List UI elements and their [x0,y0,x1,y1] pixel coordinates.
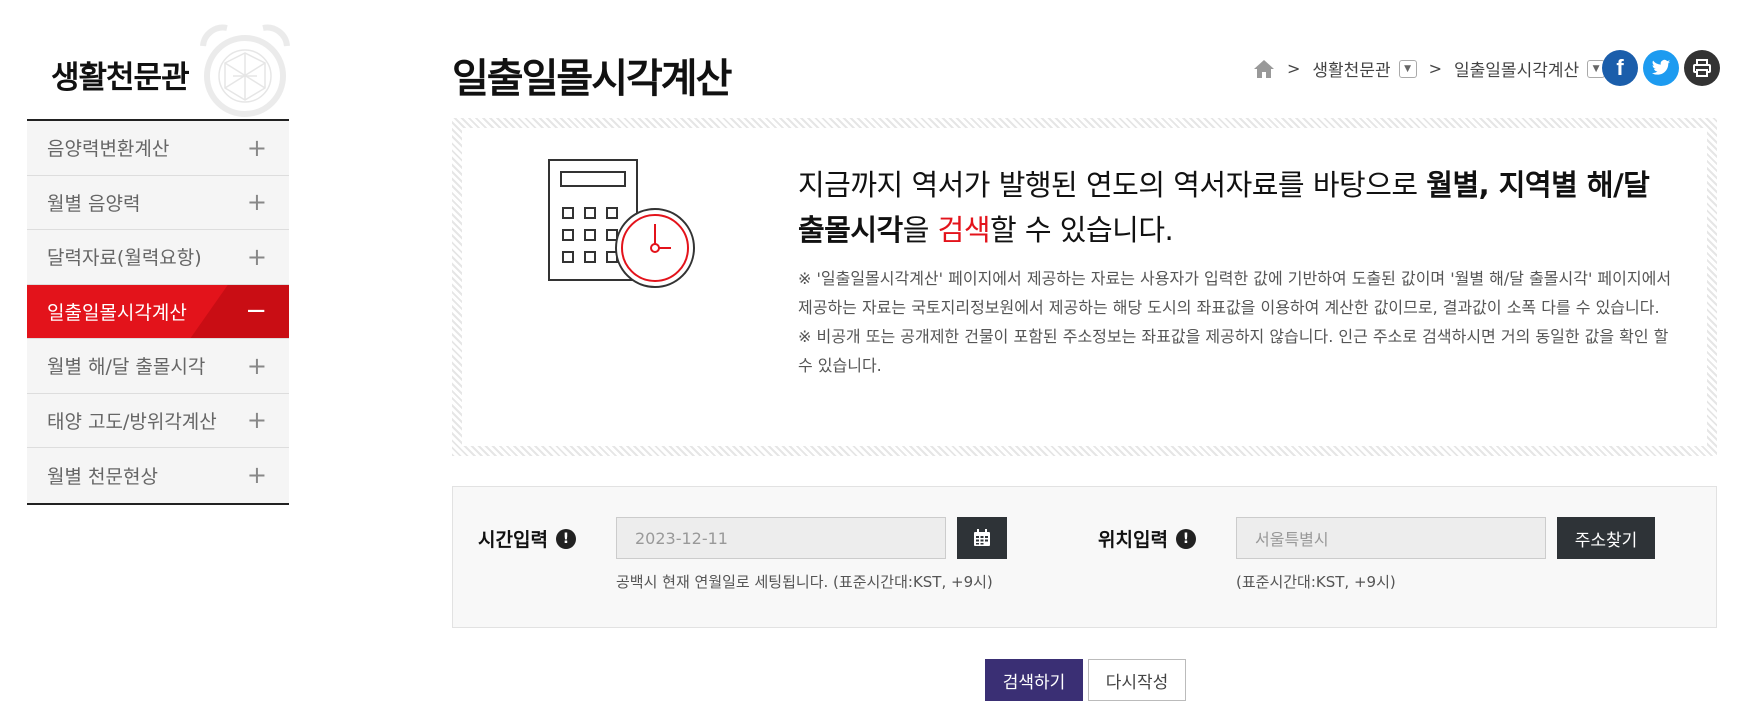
address-search-button[interactable]: 주소찾기 [1557,517,1655,559]
info-icon[interactable]: ! [555,528,576,549]
sidebar-item-label: 월별 음양력 [47,192,141,215]
time-hint: 공백시 현재 연월일로 세팅됩니다. (표준시간대:KST, +9시) [616,573,993,591]
sidebar-item-label: 달력자료(월력요항) [47,247,202,270]
info-headline: 지금까지 역서가 발행된 연도의 역서자료를 바탕으로 월별, 지역별 해/달 … [798,163,1678,253]
sidebar-item-monthly-sun-moon-times[interactable]: 월별 해/달 출몰시각 + [27,339,289,394]
calculator-clock-icon [548,159,695,288]
location-label-text: 위치입력 [1098,529,1168,551]
breadcrumb: > 생활천문관 ▼ > 일출일몰시각계산 ▼ [1253,56,1606,81]
info-box: 지금까지 역서가 발행된 연도의 역서자료를 바탕으로 월별, 지역별 해/달 … [452,118,1717,456]
expand-icon: + [246,406,267,435]
reset-button[interactable]: 다시작성 [1088,659,1186,701]
expand-icon: + [246,461,267,490]
sidebar-item-label: 태양 고도/방위각계산 [47,410,217,433]
headline-highlight: 검색 [937,213,991,247]
sidebar-title: 생활천문관 [51,60,190,96]
note-2: ※ 비공개 또는 공개제한 건물이 포함된 주소정보는 좌표값을 제공하지 않습… [798,327,1669,375]
expand-icon: + [246,188,267,217]
sidebar-header: 생활천문관 [27,18,290,118]
location-input-label: 위치입력 ! [1098,525,1196,552]
print-icon[interactable] [1684,50,1720,86]
headline-text: 할 수 있습니다. [990,213,1174,247]
headline-text: 을 [902,213,938,247]
collapse-icon: − [245,296,267,327]
date-input[interactable] [616,517,946,559]
home-icon[interactable] [1253,59,1275,79]
sidebar-item-label: 음양력변환계산 [47,138,170,161]
time-input-label: 시간입력 ! [478,525,576,552]
sidebar-item-sun-altitude-azimuth[interactable]: 태양 고도/방위각계산 + [27,393,289,448]
sidebar-item-sunrise-sunset[interactable]: 일출일몰시각계산 − [27,284,289,339]
info-icon[interactable]: ! [1175,528,1196,549]
search-button[interactable]: 검색하기 [985,659,1083,701]
twitter-icon[interactable] [1643,50,1679,86]
expand-icon: + [246,351,267,380]
sidebar-item-lunar-solar-conversion[interactable]: 음양력변환계산 + [27,121,289,176]
breadcrumb-level2[interactable]: 일출일몰시각계산 [1454,56,1579,81]
alarm-clock-icon [200,24,290,117]
sidebar-item-label: 일출일몰시각계산 [47,301,187,324]
info-notes: ※ '일출일몰시각계산' 페이지에서 제공하는 자료는 사용자가 입력한 값에 … [798,264,1678,380]
facebook-icon[interactable]: f [1602,50,1638,86]
sidebar-item-monthly-astronomy[interactable]: 월별 천문현상 + [27,448,289,503]
location-hint: (표준시간대:KST, +9시) [1236,573,1396,591]
sidebar-menu: 음양력변환계산 + 월별 음양력 + 달력자료(월력요항) + 일출일몰시각계산… [27,119,289,505]
expand-icon: + [246,133,267,162]
search-form: 시간입력 ! 공백시 현재 연월일로 세팅됩니다. (표준시간대:KST, +9… [452,486,1717,628]
expand-icon: + [246,242,267,271]
sidebar-item-label: 월별 천문현상 [47,465,158,488]
breadcrumb-separator: > [1287,59,1301,78]
time-label-text: 시간입력 [478,529,548,551]
calendar-icon [974,529,990,546]
sidebar-item-calendar-data[interactable]: 달력자료(월력요항) + [27,230,289,285]
info-content: 지금까지 역서가 발행된 연도의 역서자료를 바탕으로 월별, 지역별 해/달 … [462,128,1707,446]
breadcrumb-level1[interactable]: 생활천문관 [1312,56,1390,81]
note-1: ※ '일출일몰시각계산' 페이지에서 제공하는 자료는 사용자가 입력한 값에 … [798,269,1672,317]
calendar-button[interactable] [957,517,1007,559]
page-title: 일출일몰시각계산 [452,56,732,102]
sidebar-item-label: 월별 해/달 출몰시각 [47,356,206,379]
sidebar-item-monthly-calendar[interactable]: 월별 음양력 + [27,175,289,230]
headline-text: 지금까지 역서가 발행된 연도의 역서자료를 바탕으로 [798,168,1427,202]
chevron-down-icon[interactable]: ▼ [1398,59,1417,78]
breadcrumb-separator: > [1428,59,1443,78]
social-share: f [1602,50,1720,86]
location-input[interactable] [1236,517,1546,559]
